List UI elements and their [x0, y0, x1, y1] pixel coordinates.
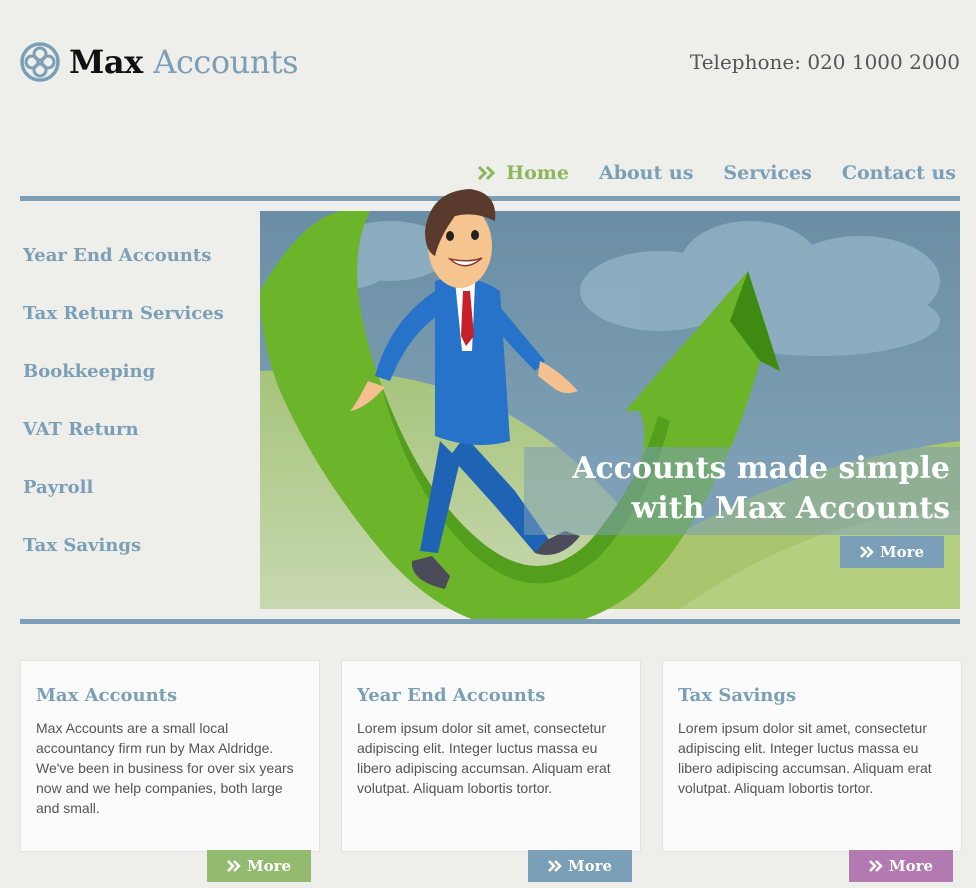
sidebar-item-vat-return[interactable]: VAT Return — [23, 414, 224, 472]
sidebar-item-bookkeeping[interactable]: Bookkeeping — [23, 356, 224, 414]
hero-caption-line-2: with Max Accounts — [631, 491, 950, 526]
card-max-accounts: Max Accounts Max Accounts are a small lo… — [20, 660, 320, 852]
card-max-accounts-more-button[interactable]: More — [207, 850, 311, 882]
double-chevron-right-icon — [860, 546, 874, 558]
logo[interactable]: Max Accounts — [20, 42, 299, 82]
hero-caption: Accounts made simple with Max Accounts — [572, 449, 950, 529]
hero-more-button[interactable]: More — [840, 536, 944, 568]
card-body: Lorem ipsum dolor sit amet, consectetur … — [357, 720, 611, 796]
more-label: More — [567, 857, 613, 875]
double-chevron-right-icon — [227, 860, 241, 872]
card-tax-savings: Tax Savings Lorem ipsum dolor sit amet, … — [662, 660, 962, 852]
double-chevron-right-icon — [869, 860, 883, 872]
card-title: Year End Accounts — [357, 685, 546, 706]
more-label: More — [888, 857, 934, 875]
site-name: Max Accounts — [69, 42, 299, 82]
sidebar: Year End Accounts Tax Return Services Bo… — [23, 240, 224, 588]
hero-caption-line-1: Accounts made simple — [572, 451, 950, 486]
card-year-end-accounts: Year End Accounts Lorem ipsum dolor sit … — [341, 660, 641, 852]
card-year-end-accounts-more-button[interactable]: More — [528, 850, 632, 882]
double-chevron-right-icon — [478, 166, 496, 180]
card-tax-savings-more-button[interactable]: More — [849, 850, 953, 882]
card-title: Tax Savings — [678, 685, 797, 706]
card-title: Max Accounts — [36, 685, 178, 706]
double-chevron-right-icon — [548, 860, 562, 872]
site-name-word-2: Accounts — [153, 43, 299, 81]
hero-banner: Accounts made simple with Max Accounts M… — [260, 189, 960, 621]
phone-number: Telephone: 020 1000 2000 — [689, 50, 960, 74]
card-body: Lorem ipsum dolor sit amet, consectetur … — [678, 720, 932, 796]
sidebar-item-year-end-accounts[interactable]: Year End Accounts — [23, 240, 224, 298]
site-name-word-1: Max — [69, 43, 143, 81]
hero-caption-box: Accounts made simple with Max Accounts — [524, 447, 960, 535]
sidebar-item-tax-return-services[interactable]: Tax Return Services — [23, 298, 224, 356]
hero-more-label: More — [879, 543, 925, 561]
more-label: More — [246, 857, 292, 875]
hero-divider — [20, 619, 960, 624]
card-body: Max Accounts are a small local accountan… — [36, 720, 294, 816]
sidebar-item-tax-savings[interactable]: Tax Savings — [23, 530, 224, 588]
sidebar-item-payroll[interactable]: Payroll — [23, 472, 224, 530]
knot-logo-icon — [20, 42, 60, 82]
